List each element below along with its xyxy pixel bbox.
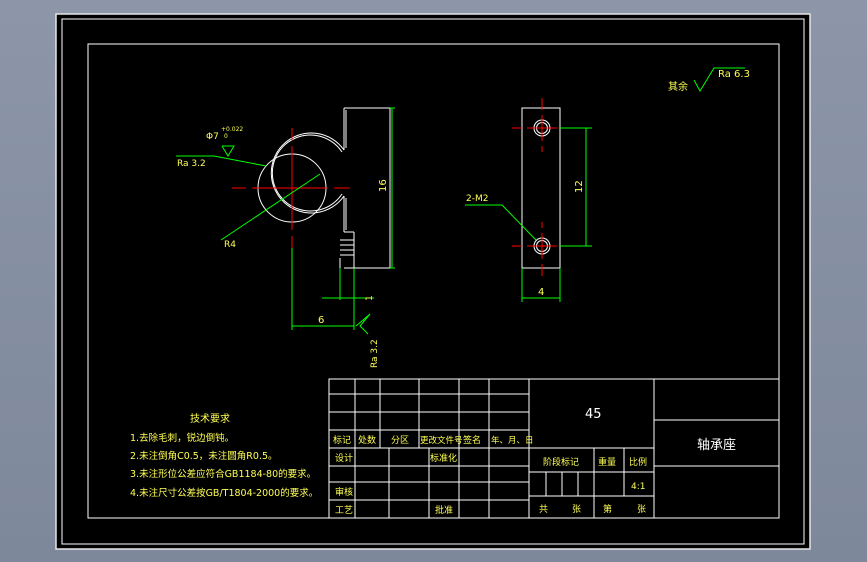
- cad-viewport[interactable]: 其余 Ra 6.3 16 6 1 Φ7 +0.022 0 Ra 3.2 R4 R…: [0, 0, 867, 562]
- label-approve: 批准: [435, 504, 453, 516]
- tech-req-title: 技术要求: [190, 412, 230, 425]
- drawing-canvas: 其余 Ra 6.3 16 6 1 Φ7 +0.022 0 Ra 3.2 R4 R…: [55, 13, 811, 550]
- general-roughness-label: 其余: [668, 80, 688, 93]
- hole-roughness: Ra 3.2: [177, 159, 206, 169]
- general-roughness-value: Ra 6.3: [718, 69, 750, 80]
- tech-req-item: 3.未注形位公差应符合GB1184-80的要求。: [130, 468, 316, 480]
- label-scale: 比例: [629, 456, 647, 468]
- header-zone: 分区: [391, 435, 409, 446]
- front-dim-width: 6: [318, 315, 324, 326]
- tech-req-item: 2.未注倒角C0.5，未注圆角R0.5。: [130, 450, 278, 462]
- header-change-doc: 更改文件号: [420, 435, 463, 446]
- side-dim-width: 4: [538, 287, 544, 298]
- label-standardize: 标准化: [430, 452, 457, 464]
- part-name: 轴承座: [697, 438, 736, 453]
- scale-value: 4:1: [631, 482, 645, 492]
- label-weight: 重量: [598, 456, 616, 468]
- front-dim-height: 16: [378, 179, 389, 192]
- header-count: 处数: [358, 434, 376, 446]
- label-sheets-unit: 张: [572, 504, 581, 515]
- header-date: 年、月、日: [491, 435, 534, 446]
- label-sheet-unit: 张: [637, 504, 646, 515]
- label-sheets-total: 共: [539, 504, 548, 515]
- label-process: 工艺: [335, 505, 353, 516]
- label-review: 审核: [335, 486, 353, 498]
- hole-tolerance-lower: 0: [224, 133, 228, 140]
- tech-req-item: 4.未注尺寸公差按GB/T1804-2000的要求。: [130, 487, 318, 499]
- hole-diameter-label: Φ7: [206, 132, 219, 142]
- side-dim-height: 12: [574, 180, 585, 193]
- label-design: 设计: [335, 452, 353, 464]
- radius-label: R4: [224, 240, 236, 250]
- header-signature: 签名: [463, 434, 481, 446]
- material-text: 45: [585, 407, 602, 422]
- base-roughness: Ra 3.2: [370, 339, 380, 368]
- tech-req-item: 1.去除毛刺，锐边倒钝。: [130, 432, 234, 444]
- front-dim-step: 1: [365, 295, 375, 301]
- hole-tolerance-upper: +0.022: [221, 126, 243, 133]
- label-stage-mark: 阶段标记: [543, 456, 579, 468]
- header-mark: 标记: [333, 434, 351, 446]
- label-sheet-no: 第: [603, 503, 612, 515]
- thread-hole-label: 2-M2: [466, 194, 488, 204]
